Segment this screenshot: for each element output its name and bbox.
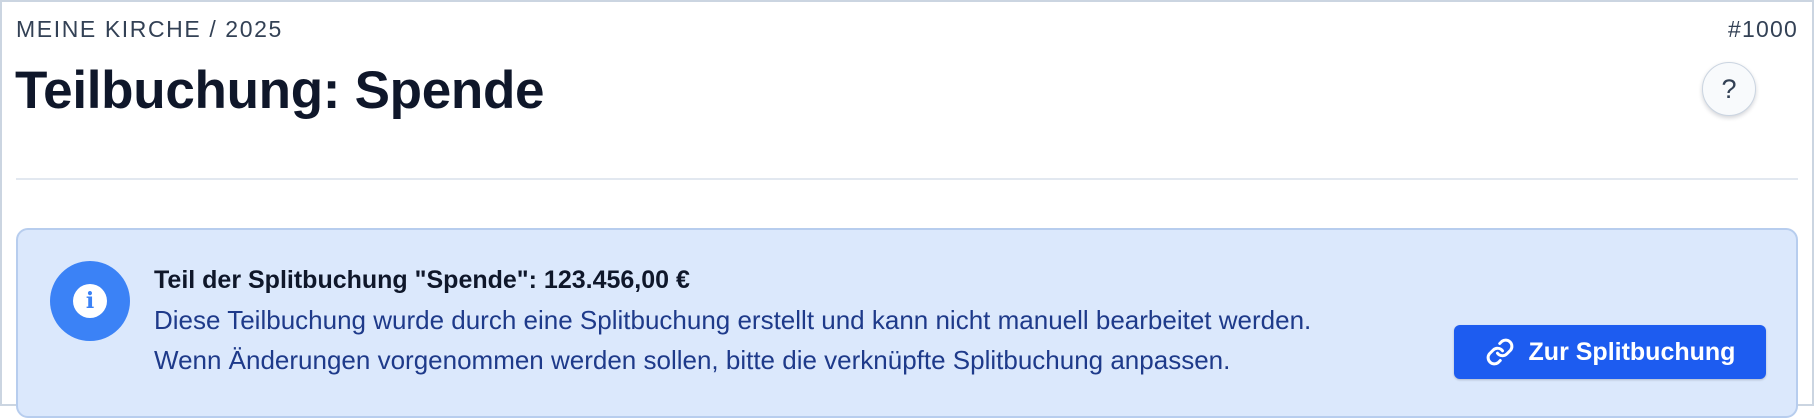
divider [16,178,1798,180]
record-id: #1000 [1728,16,1798,42]
go-to-split-booking-label: Zur Splitbuchung [1528,337,1736,366]
notice-text-line-1: Diese Teilbuchung wurde durch eine Split… [154,305,1312,335]
help-icon: ? [1721,73,1737,104]
link-icon [1485,337,1515,367]
info-icon: i [50,261,130,341]
go-to-split-booking-button[interactable]: Zur Splitbuchung [1454,325,1766,379]
breadcrumb: MEINE KIRCHE / 2025 [16,16,283,42]
notice-title: Teil der Splitbuchung "Spende": 123.456,… [154,266,690,294]
page-title: Teilbuchung: Spende [15,61,545,120]
notice-text-line-2: Wenn Änderungen vorgenommen werden solle… [154,345,1231,375]
help-button[interactable]: ? [1702,62,1756,116]
split-booking-notice: i Teil der Splitbuchung "Spende": 123.45… [16,228,1798,418]
